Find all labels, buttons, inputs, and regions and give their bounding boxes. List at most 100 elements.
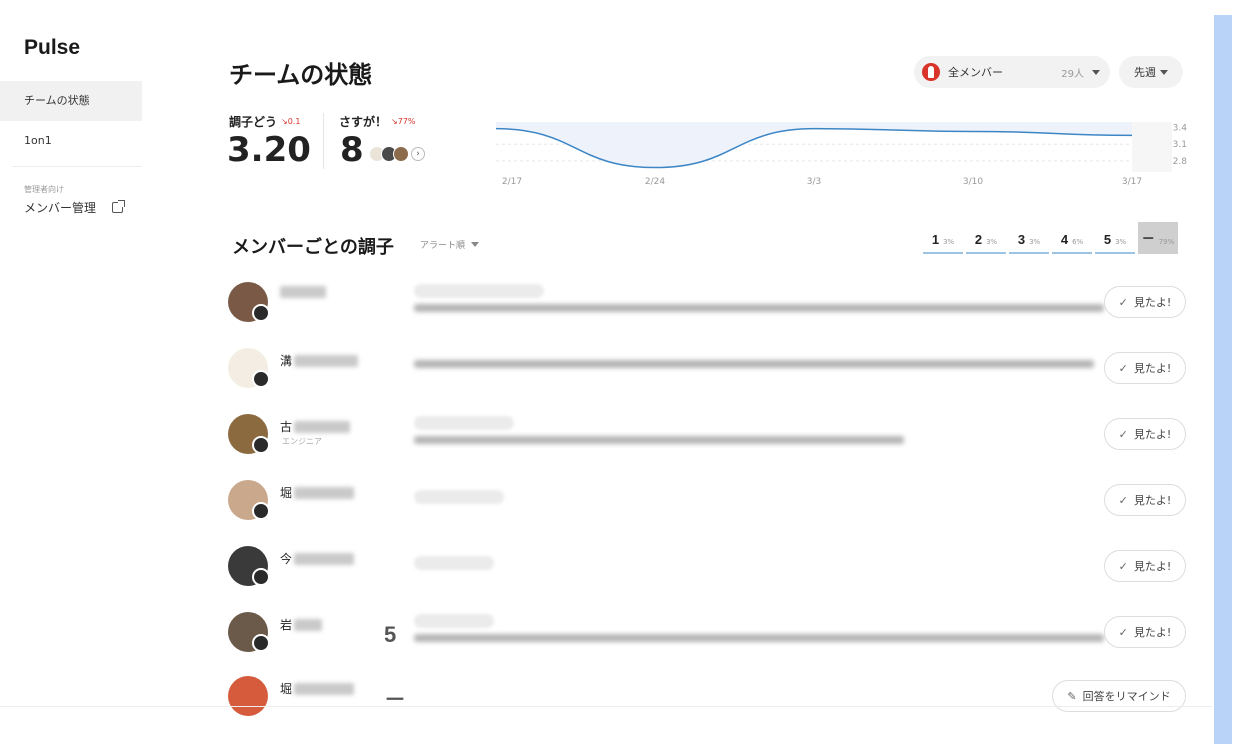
member-name[interactable]: 堀 [280,484,355,501]
sidebar-item-1on1[interactable]: 1on1 [0,121,142,161]
check-icon: ✓ [1118,295,1128,309]
member-name-redacted [280,286,326,298]
action-label: 見たよ! [1133,428,1172,441]
score-distribution-item[interactable]: － 79% [1138,222,1178,254]
score-percent: 79% [1158,238,1175,246]
member-name[interactable] [280,286,326,298]
member-name-redacted [294,486,355,499]
manager-avatar [252,634,270,652]
seen-button[interactable]: ✓ 見たよ! [1104,352,1186,384]
member-row: 堀 － ✎ 回答をリマインド [224,666,1190,726]
member-row: ✓ 見たよ! [224,272,1190,332]
member-name-initial: 溝 [280,354,293,368]
member-name-initial: 岩 [280,618,293,632]
member-row: 岩 5 ✓ 見たよ! [224,602,1190,662]
member-name-initial: 堀 [280,682,293,696]
member-filter-label: 全メンバー [948,66,1003,79]
comment-redacted [414,436,904,444]
x-tick-label: 3/17 [1122,177,1142,187]
action-label: 見たよ! [1133,560,1172,573]
avatar[interactable] [228,676,268,716]
divider [0,706,1212,707]
manager-avatar [252,502,270,520]
condition-label: 調子どう [229,115,278,129]
sidebar: Pulse チームの状態 1on1 管理者向け メンバー管理 [0,0,142,744]
score-number: 5 [1103,232,1112,247]
kudos-avatar-group[interactable]: › [369,146,425,162]
score-distribution-item[interactable]: 5 3% [1095,222,1135,254]
member-name-redacted [294,552,355,565]
chevron-down-icon [1160,69,1168,75]
answer-tag-redacted [414,416,514,430]
sidebar-item-member-management[interactable]: メンバー管理 [24,199,126,216]
kudos-delta: ↘77% [391,117,416,126]
score-distribution-item[interactable]: 3 3% [1009,222,1049,254]
seen-button[interactable]: ✓ 見たよ! [1104,286,1186,318]
score-distribution-item[interactable]: 2 3% [966,222,1006,254]
comment-redacted [414,634,1104,642]
seen-button[interactable]: ✓ 見たよ! [1104,418,1186,450]
score-number: 2 [974,232,983,247]
period-filter-label: 先週 [1134,66,1156,79]
app-root: Pulse チームの状態 1on1 管理者向け メンバー管理 チームの状態 全メ… [0,0,1246,744]
action-label: 見たよ! [1133,362,1172,375]
member-management-label: メンバー管理 [24,201,97,215]
chevron-down-icon [1092,69,1100,75]
member-name-initial: 古 [280,420,293,434]
score-distribution-item[interactable]: 1 3% [923,222,963,254]
score-distribution-item[interactable]: 4 6% [1052,222,1092,254]
condition-stat-label: 調子どう ↘0.1 [229,113,300,130]
chevron-right-icon[interactable]: › [411,147,425,161]
y-tick-label: 2.8 [1173,157,1188,167]
kudos-value: 8 [340,130,364,170]
score-number: － [1141,231,1155,246]
member-name[interactable]: 岩 [280,616,323,633]
manager-avatar [252,568,270,586]
check-icon: ✓ [1118,559,1128,573]
scrollbar[interactable] [1214,15,1232,744]
member-row: 溝 ✓ 見たよ! [224,338,1190,398]
action-label: 見たよ! [1133,494,1172,507]
member-filter-dropdown[interactable]: 全メンバー 29人 [914,56,1110,88]
seen-button[interactable]: ✓ 見たよ! [1104,616,1186,648]
score-number: 3 [1017,232,1026,247]
y-tick-label: 3.4 [1173,124,1188,134]
comment-redacted [414,360,1094,368]
member-name-initial: 堀 [280,486,293,500]
y-tick-label: 3.1 [1173,140,1187,150]
admin-caption: 管理者向け [24,185,64,194]
sort-dropdown[interactable]: アラート順 [420,238,489,251]
member-score: － [384,687,407,712]
member-name[interactable]: 堀 [280,680,355,697]
score-percent: 3% [1115,238,1127,246]
condition-trend-chart: 3.4 3.1 2.8 2/17 2/24 3/3 3/10 3/17 [495,122,1188,187]
condition-value: 3.20 [227,130,311,170]
action-label: 見たよ! [1133,296,1172,309]
member-name-initial: 今 [280,552,293,566]
score-number: 4 [1060,232,1069,247]
remind-button[interactable]: ✎ 回答をリマインド [1052,680,1186,712]
member-name-redacted [294,682,355,695]
section-title: メンバーごとの調子 [232,237,394,258]
member-name[interactable]: 今 [280,550,355,567]
remind-icon: ✎ [1067,689,1077,703]
sidebar-item-team-status[interactable]: チームの状態 [0,81,142,121]
external-link-icon [112,200,126,213]
comment-redacted [414,304,1104,312]
period-filter-dropdown[interactable]: 先週 [1119,56,1183,88]
seen-button[interactable]: ✓ 見たよ! [1104,550,1186,582]
member-name[interactable]: 溝 [280,352,359,369]
brand-logo[interactable]: Pulse [24,36,80,60]
check-icon: ✓ [1118,493,1128,507]
manager-avatar [252,304,270,322]
member-name-redacted [294,420,351,433]
seen-button[interactable]: ✓ 見たよ! [1104,484,1186,516]
member-name[interactable]: 古 [280,418,351,435]
x-tick-label: 2/24 [645,177,665,187]
member-row: 古エンジニア ✓ 見たよ! [224,404,1190,464]
member-score: 5 [384,622,397,647]
condition-delta: ↘0.1 [281,117,301,126]
member-role: エンジニア [282,437,322,446]
kudos-label: さすが！ [339,115,388,129]
x-tick-label: 3/3 [807,177,821,187]
